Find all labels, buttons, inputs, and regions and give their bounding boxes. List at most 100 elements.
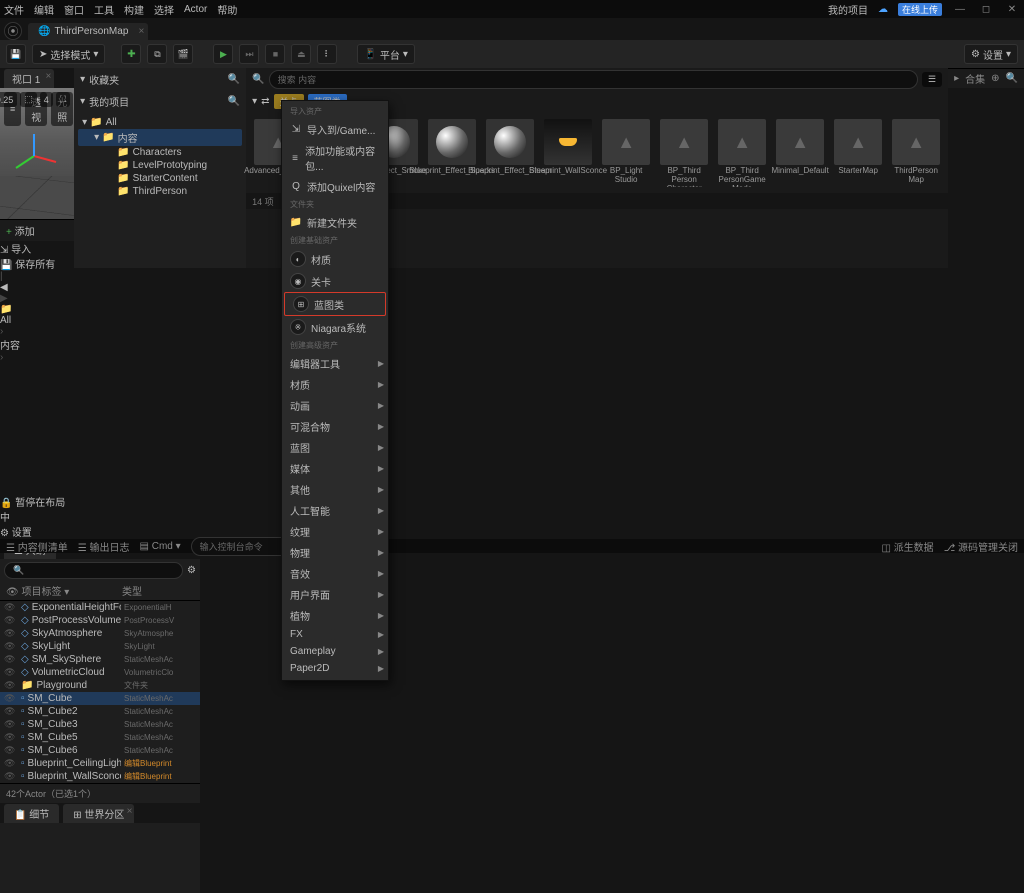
chevron-down-icon[interactable]: ▾	[80, 74, 85, 85]
ctx-item[interactable]: 用户界面▶	[282, 584, 388, 605]
menu-file[interactable]: 文件	[4, 2, 24, 17]
visibility-icon[interactable]: 👁	[4, 693, 18, 704]
viewport-maximize[interactable]: ⛶	[56, 92, 70, 107]
menu-window[interactable]: 窗口	[64, 2, 84, 17]
collections-collapser[interactable]: ▸ 合集 ⊕ 🔍	[948, 68, 1024, 88]
history-back[interactable]: ◀	[0, 282, 74, 293]
menu-select[interactable]: 选择	[154, 2, 174, 17]
search-icon[interactable]: 🔍	[1006, 73, 1018, 84]
favorites-label[interactable]: 收藏夹	[89, 72, 119, 87]
stop-button[interactable]: ■	[265, 44, 285, 64]
ctx-item[interactable]: Gameplay▶	[282, 643, 388, 660]
cb-settings-button[interactable]: ⚙ 设置	[0, 524, 74, 539]
viewport[interactable]: ≡ 透视 光照 显示 ⊕ ↺ ⤢ ⊞ 10 ∠ 10° ● 0.25 ⬚ 4 ⛶	[0, 88, 74, 219]
outliner-row[interactable]: 👁▫SM_CubeStaticMeshAc	[0, 692, 200, 705]
filter-toggle[interactable]: ⇄	[261, 96, 269, 107]
history-fwd[interactable]: ▶	[0, 293, 74, 304]
ctx-item[interactable]: Q添加Quixel内容	[282, 176, 388, 197]
visibility-icon[interactable]: 👁	[4, 771, 18, 782]
menu-build[interactable]: 构建	[124, 2, 144, 17]
tree-row[interactable]: 📁ThirdPerson	[78, 185, 242, 198]
visibility-icon[interactable]: 👁	[4, 745, 18, 756]
source-control-button[interactable]: ⎇ 源码管理关闭	[944, 539, 1018, 554]
chevron-down-icon[interactable]: ▾	[80, 96, 85, 107]
close-icon[interactable]: ×	[127, 806, 133, 817]
play-options-button[interactable]: ⠇	[317, 44, 337, 64]
asset-tile[interactable]: BP_Light Studio	[602, 119, 650, 187]
asset-search-input[interactable]: 搜索 内容	[269, 70, 918, 89]
outliner-row[interactable]: 👁◇VolumetricCloudVolumetricClo	[0, 666, 200, 679]
visibility-icon[interactable]: 👁	[4, 758, 18, 769]
world-partition-tab[interactable]: ⊞ 世界分区 ×	[63, 804, 134, 823]
platform-button[interactable]: 📱 平台 ▾	[357, 44, 414, 64]
outliner-row[interactable]: 👁◇SM_SkySphereStaticMeshAc	[0, 653, 200, 666]
output-log-button[interactable]: ☰ 输出日志	[78, 539, 130, 554]
viewport-tab[interactable]: 视口 1 ×	[4, 69, 54, 88]
asset-tile[interactable]: Minimal_Default	[776, 119, 824, 187]
content-drawer-button[interactable]: ☰ 内容侧清单	[6, 539, 68, 554]
asset-tile[interactable]: BP_Third Person Character	[660, 119, 708, 187]
ctx-item[interactable]: 材质▶	[282, 374, 388, 395]
ctx-item[interactable]: 媒体▶	[282, 458, 388, 479]
outliner-row[interactable]: 👁◇ExponentialHeightFogExponentialH	[0, 601, 200, 614]
save-all-button[interactable]: 💾 保存所有	[0, 256, 74, 271]
asset-tile[interactable]: BP_Third PersonGame Mode	[718, 119, 766, 187]
visibility-icon[interactable]: 👁	[4, 641, 18, 652]
ctx-item[interactable]: ⇲导入到/Game...	[282, 119, 388, 140]
outliner[interactable]: 👁 项目标签 ▾ 类型 👁◇ExponentialHeightFogExpone…	[0, 581, 200, 803]
tree-row[interactable]: ▾📁All	[78, 116, 242, 129]
scale-snap-value[interactable]: 0.25	[0, 92, 17, 107]
asset-tile[interactable]: Blueprint_WallSconce	[544, 119, 592, 187]
ctx-item[interactable]: ◐材质	[282, 248, 388, 270]
outliner-row[interactable]: 👁📁Playground文件夹	[0, 679, 200, 692]
breadcrumb-all[interactable]: All	[0, 315, 74, 326]
derived-data-button[interactable]: ◫ 派生数据	[881, 539, 933, 554]
visibility-icon[interactable]: 👁	[4, 602, 18, 613]
save-button[interactable]: 💾	[6, 44, 26, 64]
menu-tools[interactable]: 工具	[94, 2, 114, 17]
ctx-item[interactable]: 其他▶	[282, 479, 388, 500]
pause-layout-button[interactable]: 🔒 暂停在布局中	[0, 494, 74, 524]
ctx-item[interactable]: Paper2D▶	[282, 660, 388, 677]
context-menu[interactable]: 导入资产 ⇲导入到/Game...≡添加功能或内容包...Q添加Quixel内容…	[281, 100, 389, 681]
window-minimize[interactable]: —	[952, 4, 968, 15]
tree-row[interactable]: 📁LevelPrototyping	[78, 159, 242, 172]
outliner-row[interactable]: 👁◇SkyLightSkyLight	[0, 640, 200, 653]
filter-button[interactable]: ☰	[922, 72, 942, 87]
skip-button[interactable]: ⏭	[239, 44, 259, 64]
search-icon[interactable]: 🔍	[228, 96, 240, 107]
ctx-item[interactable]: 动画▶	[282, 395, 388, 416]
settings-button[interactable]: ⚙ 设置 ▾	[964, 44, 1018, 64]
camera-speed-icon[interactable]: ⬚	[20, 92, 37, 107]
visibility-icon[interactable]: 👁	[4, 719, 18, 730]
visibility-icon[interactable]: 👁	[4, 667, 18, 678]
ctx-item[interactable]: 蓝图▶	[282, 437, 388, 458]
folder-icon[interactable]: 📁	[0, 304, 74, 315]
menu-edit[interactable]: 编辑	[34, 2, 54, 17]
play-button[interactable]: ▶	[213, 44, 233, 64]
tree-row[interactable]: 📁StarterContent	[78, 172, 242, 185]
ctx-item-niagara[interactable]: ※ Niagara系统	[282, 316, 388, 338]
myproject-label[interactable]: 我的项目	[89, 94, 129, 109]
close-icon[interactable]: ×	[139, 26, 145, 37]
ctx-item[interactable]: 音效▶	[282, 563, 388, 584]
visibility-icon[interactable]: 👁	[4, 680, 18, 691]
window-maximize[interactable]: ◻	[978, 4, 994, 15]
visibility-icon[interactable]: 👁	[4, 706, 18, 717]
outliner-filter[interactable]: ⚙	[187, 565, 196, 576]
ctx-item[interactable]: 纹理▶	[282, 521, 388, 542]
ctx-item[interactable]: 植物▶	[282, 605, 388, 626]
visibility-icon[interactable]: 👁	[4, 732, 18, 743]
add-button[interactable]: + 添加	[6, 223, 35, 238]
camera-speed-value[interactable]: 4	[40, 92, 53, 107]
outliner-row[interactable]: 👁▫Blueprint_CeilingLight编辑Blueprint	[0, 757, 200, 770]
ctx-item[interactable]: ≡添加功能或内容包...	[282, 140, 388, 176]
ctx-item[interactable]: 人工智能▶	[282, 500, 388, 521]
outliner-row[interactable]: 👁◇PostProcessVolumePostProcessV	[0, 614, 200, 627]
window-close[interactable]: ✕	[1004, 4, 1020, 15]
asset-tile[interactable]: ThirdPerson Map	[892, 119, 940, 187]
outliner-search[interactable]: 🔍	[4, 562, 183, 579]
ctx-item[interactable]: FX▶	[282, 626, 388, 643]
outliner-row[interactable]: 👁▫SM_Cube2StaticMeshAc	[0, 705, 200, 718]
import-button[interactable]: ⇲ 导入	[0, 241, 74, 256]
